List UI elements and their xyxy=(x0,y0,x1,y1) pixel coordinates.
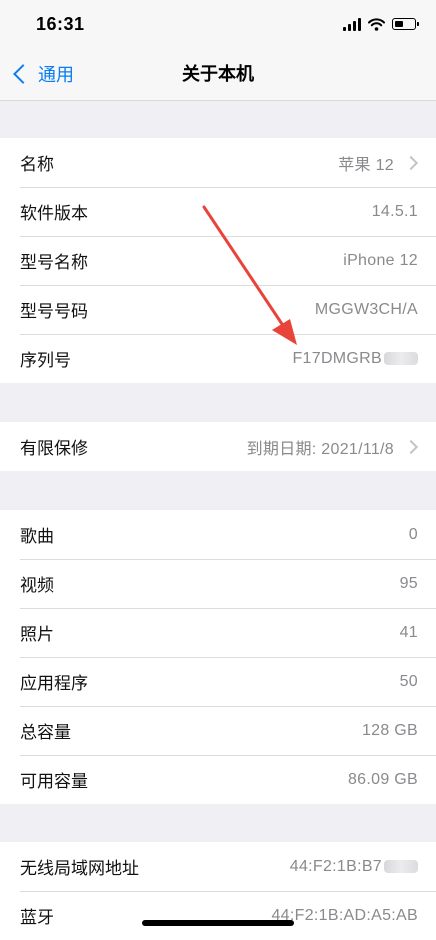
settings-row[interactable]: 名称 苹果 12 xyxy=(0,138,436,187)
settings-row: 歌曲 0 xyxy=(0,510,436,559)
chevron-right-icon xyxy=(403,155,419,170)
back-button[interactable]: 通用 xyxy=(10,48,74,100)
redaction-mask xyxy=(384,352,418,365)
row-label: 总容量 xyxy=(20,723,71,742)
row-value-container: 86.09 GB xyxy=(348,771,418,789)
row-value: 14.5.1 xyxy=(371,202,418,220)
cellular-signal-icon xyxy=(343,17,361,31)
device-info-group: 名称 苹果 12 软件版本 14.5.1 型号名称 iPhone 12 型号号码 MGGW3C… xyxy=(0,138,436,383)
wifi-icon xyxy=(368,17,385,31)
row-value-container: 41 xyxy=(400,624,418,642)
back-button-label: 通用 xyxy=(38,65,74,85)
row-value: 95 xyxy=(399,574,418,592)
settings-row: 型号名称 iPhone 12 xyxy=(0,236,436,285)
row-label: 应用程序 xyxy=(20,674,88,693)
row-value-container: 44:F2:1B:B7 xyxy=(290,858,418,876)
row-label: 歌曲 xyxy=(20,527,54,546)
settings-row: 软件版本 14.5.1 xyxy=(0,187,436,236)
row-label: 无线局域网地址 xyxy=(20,859,139,878)
row-value: MGGW3CH/A xyxy=(314,300,418,318)
battery-icon xyxy=(392,18,419,30)
row-label: 名称 xyxy=(20,155,54,174)
row-label: 照片 xyxy=(20,625,54,644)
row-value: 128 GB xyxy=(361,721,418,739)
row-value-container: 到期日期: 2021/11/8 xyxy=(246,435,419,459)
row-value-container: F17DMGRB xyxy=(292,350,418,368)
row-value: iPhone 12 xyxy=(343,251,418,269)
redaction-mask xyxy=(384,860,418,873)
media-storage-group: 歌曲 0 视频 95 照片 41 应用程序 50 总容量 128 GB 可用容量 86.09 GB xyxy=(0,510,436,804)
settings-row: 序列号 F17DMGRB xyxy=(0,334,436,383)
settings-row: 总容量 128 GB xyxy=(0,706,436,755)
row-value-container: 苹果 12 xyxy=(338,151,419,175)
row-value: 86.09 GB xyxy=(347,770,418,788)
chevron-right-icon xyxy=(403,439,419,454)
row-label: 序列号 xyxy=(20,351,71,370)
row-value: 44:F2:1B:B7 xyxy=(289,857,382,875)
settings-row[interactable]: 有限保修 到期日期: 2021/11/8 xyxy=(0,422,436,471)
settings-row: 型号号码 MGGW3CH/A xyxy=(0,285,436,334)
status-bar: 16:31 xyxy=(0,0,436,48)
status-icons xyxy=(343,16,419,32)
row-value: 0 xyxy=(408,525,418,543)
row-value-container: iPhone 12 xyxy=(343,252,418,270)
row-value-container: 0 xyxy=(409,526,418,544)
row-value: 到期日期: 2021/11/8 xyxy=(246,440,394,458)
row-value: F17DMGRB xyxy=(292,349,382,367)
navigation-bar: 通用 关于本机 xyxy=(0,48,436,101)
row-value: 苹果 12 xyxy=(338,156,394,174)
settings-row: 照片 41 xyxy=(0,608,436,657)
settings-row: 视频 95 xyxy=(0,559,436,608)
settings-row: 可用容量 86.09 GB xyxy=(0,755,436,804)
row-label: 蓝牙 xyxy=(20,908,54,927)
row-value-container: 128 GB xyxy=(362,722,418,740)
row-label: 型号名称 xyxy=(20,253,88,272)
row-value-container: 95 xyxy=(400,575,418,593)
row-label: 软件版本 xyxy=(20,204,88,223)
row-label: 型号号码 xyxy=(20,302,88,321)
row-value: 41 xyxy=(399,623,418,641)
settings-row: 蓝牙 44:F2:1B:AD:A5:AB xyxy=(0,891,436,940)
row-label: 视频 xyxy=(20,576,54,595)
row-value-container: 14.5.1 xyxy=(372,203,418,221)
warranty-group: 有限保修 到期日期: 2021/11/8 xyxy=(0,422,436,471)
status-time: 16:31 xyxy=(36,14,85,34)
settings-row: 应用程序 50 xyxy=(0,657,436,706)
home-indicator[interactable] xyxy=(142,920,294,926)
row-value: 50 xyxy=(399,672,418,690)
row-label: 有限保修 xyxy=(20,439,88,458)
settings-row: 无线局域网地址 44:F2:1B:B7 xyxy=(0,842,436,891)
row-value-container: 50 xyxy=(400,673,418,691)
row-label: 可用容量 xyxy=(20,772,88,791)
chevron-left-icon xyxy=(13,64,33,84)
row-value-container: MGGW3CH/A xyxy=(315,301,418,319)
